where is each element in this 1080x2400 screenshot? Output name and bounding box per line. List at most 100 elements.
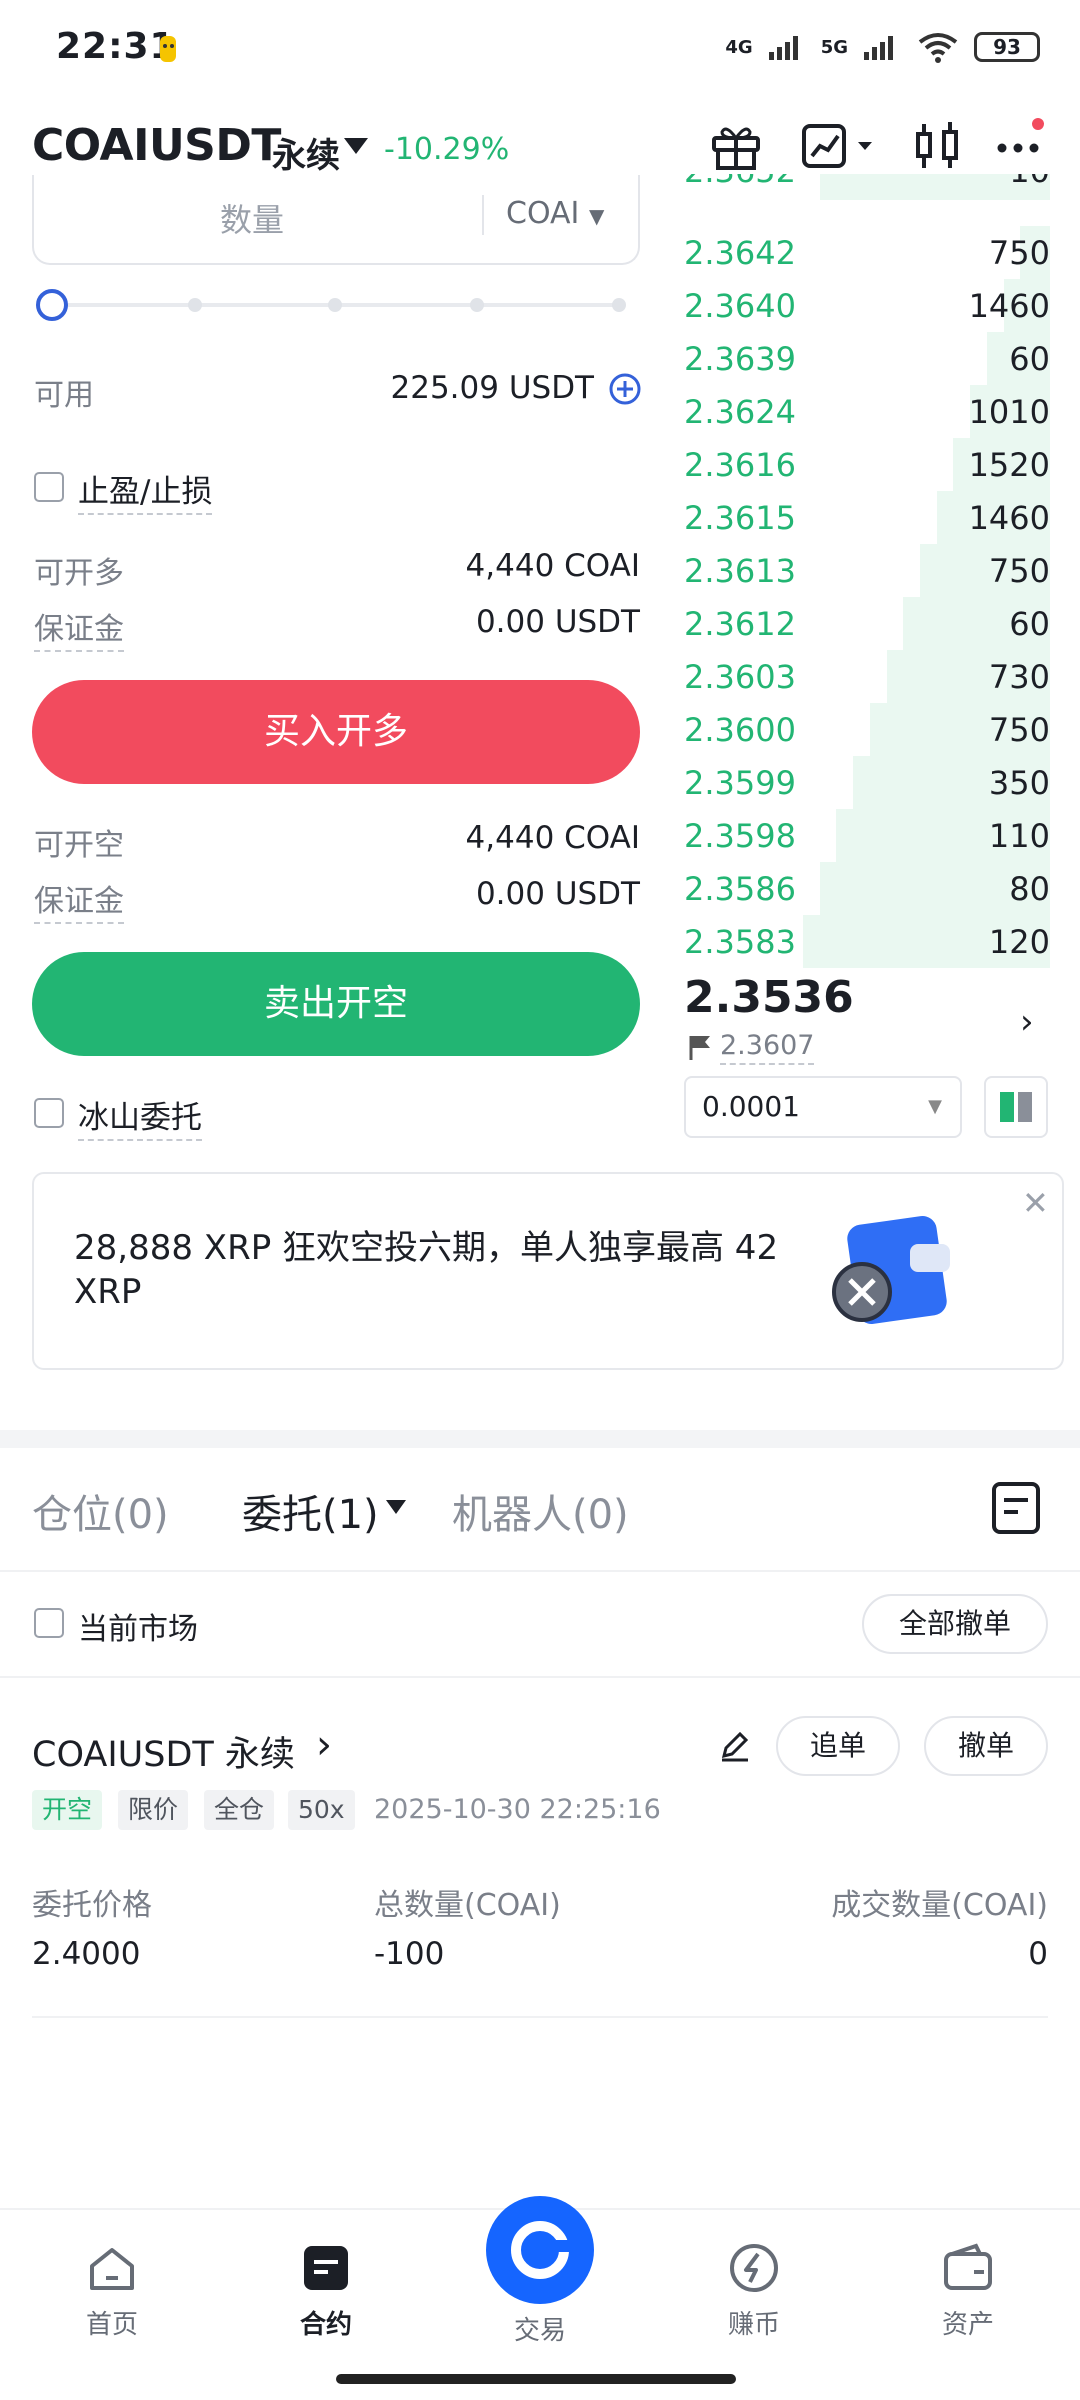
- edit-icon[interactable]: [718, 1730, 752, 1764]
- nav-trade-label[interactable]: 交易: [480, 2310, 600, 2347]
- order-filled-qty-label: 成交数量(COAI): [831, 1888, 1048, 1923]
- cancel-all-button[interactable]: 全部撤单: [862, 1594, 1048, 1654]
- slider-step[interactable]: [328, 298, 342, 312]
- chase-button[interactable]: 追单: [776, 1716, 900, 1776]
- promo-text: 28,888 XRP 狂欢空投六期，单人独享最高 42 XRP: [74, 1228, 779, 1312]
- bid-quantity: 60: [1009, 340, 1050, 378]
- chevron-right-icon[interactable]: ›: [316, 1722, 332, 1768]
- gift-icon[interactable]: [708, 118, 764, 174]
- nav-trade-button[interactable]: [486, 2196, 594, 2304]
- last-price: 2.3536: [684, 972, 854, 1023]
- order-book-row[interactable]: 2.3613 750: [670, 544, 1050, 597]
- margin-short-label[interactable]: 保证金: [34, 876, 124, 924]
- order-book-row[interactable]: 2.3615 1460: [670, 491, 1050, 544]
- order-book-row[interactable]: 2.3652 10: [670, 174, 1050, 200]
- order-total-qty-value: -100: [374, 1936, 445, 1972]
- bid-price: 2.3586: [684, 870, 796, 908]
- slider-step[interactable]: [470, 298, 484, 312]
- mark-price[interactable]: 2.3607: [720, 1030, 815, 1065]
- caret-down-icon: ▼: [588, 204, 605, 228]
- can-open-long-value: 4,440 COAI: [465, 548, 640, 584]
- pair-title[interactable]: COAIUSDT: [32, 120, 281, 171]
- iceberg-label[interactable]: 冰山委托: [78, 1092, 202, 1141]
- tag-order-type: 限价: [118, 1790, 189, 1830]
- order-book-row[interactable]: 2.3640 1460: [670, 279, 1050, 332]
- bid-quantity: 750: [988, 552, 1050, 590]
- ask-quantity: 10: [1009, 174, 1050, 190]
- book-layout-toggle[interactable]: [984, 1076, 1048, 1138]
- order-book-row[interactable]: 2.3598 110: [670, 809, 1050, 862]
- bid-quantity: 750: [988, 711, 1050, 749]
- order-book-row[interactable]: 2.3583 120: [670, 915, 1050, 968]
- trade-icon: [511, 2221, 570, 2279]
- add-funds-icon[interactable]: [608, 372, 642, 406]
- order-book-row[interactable]: 2.3612 60: [670, 597, 1050, 650]
- slider-step[interactable]: [612, 298, 626, 312]
- wallet-icon: [944, 2243, 992, 2290]
- precision-select[interactable]: 0.0001 ▼: [684, 1076, 962, 1138]
- order-book-row[interactable]: 2.3603 730: [670, 650, 1050, 703]
- bid-quantity: 350: [988, 764, 1050, 802]
- tab-orders[interactable]: 委托(1): [242, 1482, 379, 1540]
- pair-type[interactable]: 永续: [272, 128, 340, 177]
- nav-home[interactable]: 首页: [52, 2240, 172, 2341]
- chart-icon[interactable]: [800, 118, 880, 174]
- chevron-right-icon[interactable]: ›: [1020, 1002, 1034, 1042]
- bid-quantity: 60: [1009, 605, 1050, 643]
- tpsl-label[interactable]: 止盈/止损: [78, 466, 213, 515]
- cancel-order-button[interactable]: 撤单: [924, 1716, 1048, 1776]
- current-market-label[interactable]: 当前市场: [78, 1604, 198, 1648]
- order-filled-qty-value: 0: [1028, 1936, 1048, 1972]
- earn-icon: [730, 2244, 778, 2292]
- order-book-row[interactable]: 2.3642 750: [670, 226, 1050, 279]
- slider-handle[interactable]: [36, 289, 68, 321]
- sell-short-button[interactable]: 卖出开空: [32, 952, 640, 1056]
- section-divider: [0, 1430, 1080, 1448]
- bid-price: 2.3613: [684, 552, 796, 590]
- order-pair[interactable]: COAIUSDT 永续: [32, 1726, 295, 1777]
- caret-down-icon[interactable]: [344, 138, 368, 154]
- tpsl-checkbox[interactable]: [34, 472, 64, 502]
- margin-long-label[interactable]: 保证金: [34, 604, 124, 652]
- bid-price: 2.3616: [684, 446, 796, 484]
- quantity-unit-label: COAI: [506, 196, 580, 231]
- current-market-checkbox[interactable]: [34, 1608, 64, 1638]
- nav-earn[interactable]: 赚币: [694, 2240, 814, 2341]
- nav-contract-label: 合约: [299, 2310, 352, 2340]
- home-icon: [90, 2248, 134, 2290]
- bid-quantity: 750: [988, 234, 1050, 272]
- bid-quantity: 120: [988, 923, 1050, 961]
- can-open-short-label: 可开空: [34, 828, 124, 863]
- close-icon[interactable]: ✕: [1022, 1184, 1049, 1222]
- bid-price: 2.3640: [684, 287, 796, 325]
- buy-long-button[interactable]: 买入开多: [32, 680, 640, 784]
- quantity-unit-select[interactable]: COAI ▼: [506, 196, 604, 231]
- nav-contract[interactable]: 合约: [266, 2240, 386, 2341]
- more-icon[interactable]: [992, 118, 1048, 174]
- signal-icon: [864, 36, 893, 60]
- candlestick-icon[interactable]: [910, 118, 966, 174]
- nav-home-label: 首页: [85, 2310, 138, 2340]
- order-book-row[interactable]: 2.3624 1010: [670, 385, 1050, 438]
- divider: [0, 1570, 1080, 1572]
- order-history-icon[interactable]: [990, 1480, 1042, 1536]
- slider-step[interactable]: [188, 298, 202, 312]
- order-book-row[interactable]: 2.3616 1520: [670, 438, 1050, 491]
- order-book-row[interactable]: 2.3586 80: [670, 862, 1050, 915]
- iceberg-checkbox[interactable]: [34, 1098, 64, 1128]
- order-book-row[interactable]: 2.3599 350: [670, 756, 1050, 809]
- contract-icon: [304, 2246, 348, 2290]
- signal-5g-label: 5G: [820, 36, 848, 58]
- home-indicator[interactable]: [336, 2374, 736, 2384]
- status-icons: 4G 5G 93: [725, 30, 1040, 64]
- tab-positions[interactable]: 仓位(0): [32, 1482, 169, 1540]
- margin-long-value: 0.00 USDT: [475, 604, 640, 640]
- tag-margin-mode: 全仓: [204, 1790, 275, 1830]
- price-change: -10.29%: [384, 132, 510, 167]
- nav-assets[interactable]: 资产: [908, 2240, 1028, 2341]
- order-book-row[interactable]: 2.3639 60: [670, 332, 1050, 385]
- caret-down-icon[interactable]: [386, 1500, 406, 1514]
- bid-price: 2.3615: [684, 499, 796, 537]
- order-book-row[interactable]: 2.3600 750: [670, 703, 1050, 756]
- tab-bots[interactable]: 机器人(0): [452, 1482, 629, 1540]
